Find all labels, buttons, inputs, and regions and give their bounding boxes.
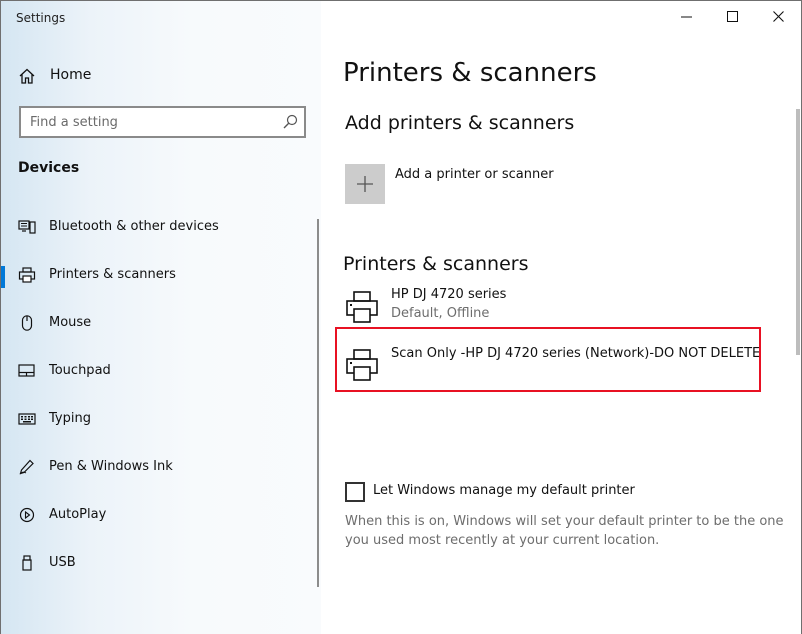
sidebar-item-label: Mouse xyxy=(49,315,92,330)
usb-icon xyxy=(22,555,32,571)
add-printer-label[interactable]: Add a printer or scanner xyxy=(395,167,554,182)
main-content: Printers & scanners Add printers & scann… xyxy=(321,0,802,634)
default-printer-checkbox[interactable] xyxy=(345,482,365,502)
printer-icon xyxy=(18,267,36,283)
page-title: Printers & scanners xyxy=(343,58,597,88)
printers-list-title: Printers & scanners xyxy=(343,253,529,275)
home-icon xyxy=(19,68,35,84)
keyboard-icon xyxy=(18,413,36,425)
printer-status: Default, Offline xyxy=(391,306,490,321)
pen-icon xyxy=(19,459,34,475)
default-printer-help: When this is on, Windows will set your d… xyxy=(345,514,784,548)
printer-item[interactable]: HP DJ 4720 series Default, Offline xyxy=(343,286,763,330)
sidebar-item-printers[interactable]: Printers & scanners xyxy=(1,255,311,295)
search-box[interactable] xyxy=(19,106,306,138)
sidebar-item-usb[interactable]: USB xyxy=(1,543,311,583)
home-nav-item[interactable]: Home xyxy=(1,61,322,91)
sidebar-item-label: AutoPlay xyxy=(49,507,107,522)
window-title: Settings xyxy=(16,11,66,25)
section-title: Devices xyxy=(18,160,80,176)
sidebar-scrollbar[interactable] xyxy=(317,219,319,587)
close-button[interactable] xyxy=(756,1,802,33)
printer-name: HP DJ 4720 series xyxy=(391,287,507,302)
autoplay-icon xyxy=(19,507,35,523)
sidebar-item-typing[interactable]: Typing xyxy=(1,399,311,439)
highlight-annotation xyxy=(335,327,761,392)
printer-icon xyxy=(346,291,378,323)
minimize-button[interactable] xyxy=(664,1,710,33)
sidebar-item-autoplay[interactable]: AutoPlay xyxy=(1,495,311,535)
search-icon[interactable] xyxy=(282,114,298,130)
sidebar-item-pen[interactable]: Pen & Windows Ink xyxy=(1,447,311,487)
sidebar-item-mouse[interactable]: Mouse xyxy=(1,303,311,343)
touchpad-icon xyxy=(18,364,35,377)
add-printer-button[interactable] xyxy=(345,164,385,204)
add-section-title: Add printers & scanners xyxy=(345,112,575,134)
content-scrollbar[interactable] xyxy=(796,109,800,355)
mouse-icon xyxy=(21,315,33,331)
maximize-button[interactable] xyxy=(710,1,756,33)
default-printer-label[interactable]: Let Windows manage my default printer xyxy=(373,483,635,498)
sidebar-item-bluetooth[interactable]: Bluetooth & other devices xyxy=(1,207,311,247)
maximize-icon xyxy=(727,11,738,22)
sidebar-item-label: Typing xyxy=(49,411,91,426)
sidebar-item-label: Pen & Windows Ink xyxy=(49,459,173,474)
sidebar-item-label: USB xyxy=(49,555,76,570)
sidebar-item-touchpad[interactable]: Touchpad xyxy=(1,351,311,391)
sidebar: Settings Home Devices Bluetooth & other … xyxy=(0,0,321,634)
sidebar-item-label: Printers & scanners xyxy=(49,267,176,282)
plus-icon xyxy=(357,176,373,192)
sidebar-item-label: Bluetooth & other devices xyxy=(49,219,219,234)
home-label: Home xyxy=(50,67,92,83)
search-input[interactable] xyxy=(21,108,271,136)
sidebar-item-label: Touchpad xyxy=(49,363,111,378)
minimize-icon xyxy=(681,16,692,18)
close-icon xyxy=(773,11,784,22)
bluetooth-devices-icon xyxy=(18,220,36,234)
